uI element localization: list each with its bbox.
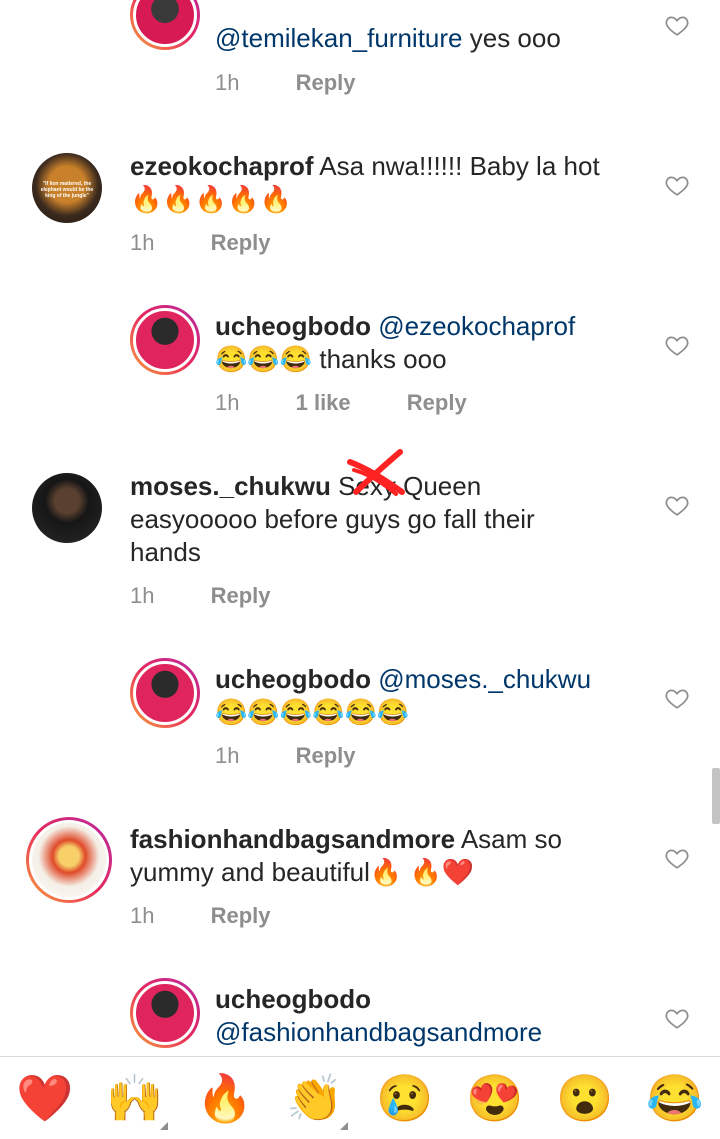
likes-count[interactable]: 1 like <box>296 390 351 415</box>
emoji-heart-eyes-button[interactable]: 😍 <box>460 1071 530 1126</box>
like-heart-icon[interactable] <box>664 1005 690 1031</box>
mention-link[interactable]: @ezeokochaprof <box>378 311 575 341</box>
reply-button[interactable]: Reply <box>211 230 271 255</box>
emoji-heart-button[interactable]: ❤️ <box>10 1071 80 1126</box>
comment-text: yes ooo <box>462 23 561 53</box>
comment-emoji-line: 🔥🔥🔥🔥🔥 <box>130 184 292 214</box>
comment-time: 1h <box>215 70 240 95</box>
comment-username[interactable]: ucheogbodo <box>215 984 371 1014</box>
reply-button[interactable]: Reply <box>211 903 271 928</box>
reply-button[interactable]: Reply <box>407 390 467 415</box>
reply-button[interactable]: Reply <box>296 70 356 95</box>
mention-link[interactable]: @temilekan_furniture <box>215 23 463 53</box>
reply-button[interactable]: Reply <box>211 583 271 608</box>
comment-username[interactable]: fashionhandbagsandmore <box>130 824 455 854</box>
like-heart-icon[interactable] <box>664 12 690 38</box>
comment-time: 1h <box>215 390 240 415</box>
avatar[interactable] <box>130 978 200 1048</box>
like-heart-icon[interactable] <box>664 492 690 518</box>
avatar[interactable] <box>26 817 112 903</box>
comment-text-line: hands <box>130 537 201 567</box>
emoji-quick-bar: ❤️ 🙌 🔥 👏 😢 😍 😮 😂 <box>0 1056 720 1139</box>
red-scribble-mark <box>347 449 405 496</box>
emoji-raised-hands-button[interactable]: 🙌 <box>100 1071 170 1130</box>
like-heart-icon[interactable] <box>664 332 690 358</box>
comment-time: 1h <box>130 903 155 928</box>
emoji-fire-button[interactable]: 🔥 <box>190 1071 260 1126</box>
mention-link[interactable]: @moses._chukwu <box>378 664 591 694</box>
comment-username[interactable]: ucheogbodo <box>215 311 371 341</box>
like-heart-icon[interactable] <box>664 172 690 198</box>
avatar[interactable] <box>130 658 200 728</box>
comment-time: 1h <box>130 230 155 255</box>
comment-text: 😂😂😂 thanks ooo <box>215 344 447 374</box>
like-heart-icon[interactable] <box>664 685 690 711</box>
skin-tone-indicator-icon <box>340 1121 348 1130</box>
avatar[interactable] <box>130 305 200 375</box>
comment-time: 1h <box>130 583 155 608</box>
avatar[interactable] <box>32 473 102 543</box>
comment-username[interactable]: moses._chukwu <box>130 471 331 501</box>
avatar-quote: "If lion mattered, the elephant would be… <box>40 181 94 199</box>
comment-text: Asa nwa!!!!!! Baby la hot <box>313 151 600 181</box>
emoji-laughing-button[interactable]: 😂 <box>640 1071 710 1126</box>
like-heart-icon[interactable] <box>664 845 690 871</box>
comment-username[interactable]: ezeokochaprof <box>130 151 314 181</box>
mention-link[interactable]: @fashionhandbagsandmore <box>215 1017 542 1047</box>
comment-username[interactable]: ucheogbodo <box>215 664 371 694</box>
comment-time: 1h <box>215 743 240 768</box>
emoji-clap-button[interactable]: 👏 <box>280 1071 350 1130</box>
avatar[interactable]: "If lion mattered, the elephant would be… <box>32 153 102 223</box>
comment-text: Asam so <box>455 824 562 854</box>
comment-text-line: easyooooo before guys go fall their <box>130 504 535 534</box>
reply-button[interactable]: Reply <box>296 743 356 768</box>
avatar[interactable] <box>130 0 200 50</box>
emoji-surprised-button[interactable]: 😮 <box>550 1071 620 1126</box>
scrollbar[interactable] <box>712 768 720 824</box>
skin-tone-indicator-icon <box>160 1121 168 1130</box>
emoji-crying-button[interactable]: 😢 <box>370 1071 440 1126</box>
comment-text: 😂😂😂😂😂😂 <box>215 697 410 727</box>
comment-text-line: yummy and beautiful🔥 🔥❤️ <box>130 857 475 887</box>
